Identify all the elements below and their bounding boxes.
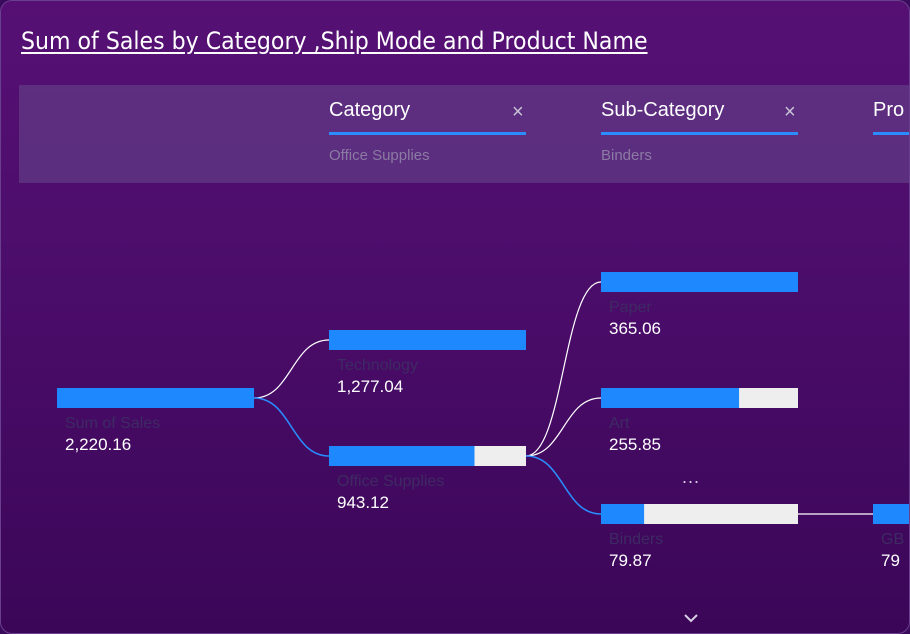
node-bar-paper[interactable] [601,272,798,292]
node-value-binders: 79.87 [609,551,652,570]
tree-link-binders [525,455,602,515]
root-node-label-sum-of-sales: Sum of Sales [65,415,160,432]
decomposition-tree-visual: Sum of Sales by Category ,Ship Mode and … [0,0,910,634]
tree-link-technology [253,339,330,399]
node-label-gb: GB [881,531,904,548]
node-label-binders: Binders [609,531,663,548]
node-bar-office-supplies[interactable] [329,446,475,466]
root-node-value-sum-of-sales: 2,220.16 [65,435,131,454]
tree-link-office-supplies [253,397,330,457]
chevron-down-icon[interactable] [682,611,700,625]
node-value-technology: 1,277.04 [337,377,403,396]
node-label-technology: Technology [337,357,418,374]
node-value-office-supplies: 943.12 [337,493,389,512]
node-label-paper: Paper [609,299,652,316]
node-bar-gb[interactable] [873,504,910,524]
node-bar-binders[interactable] [601,504,645,524]
node-bar-technology[interactable] [329,330,526,350]
node-bar-art[interactable] [601,388,740,408]
more-nodes-indicator[interactable]: ... [682,467,700,488]
node-value-art: 255.85 [609,435,661,454]
tree-link-paper [525,281,602,457]
node-label-office-supplies: Office Supplies [337,473,444,490]
decomposition-tree: Sum of Sales 2,220.16 Technology 1,277.04 Of… [57,272,910,570]
node-label-art: Art [609,415,630,432]
node-value-gb: 79 [881,551,900,570]
tree-link-art [525,397,602,457]
node-value-paper: 365.06 [609,319,661,338]
root-node-bar-sum-of-sales[interactable] [57,388,254,408]
